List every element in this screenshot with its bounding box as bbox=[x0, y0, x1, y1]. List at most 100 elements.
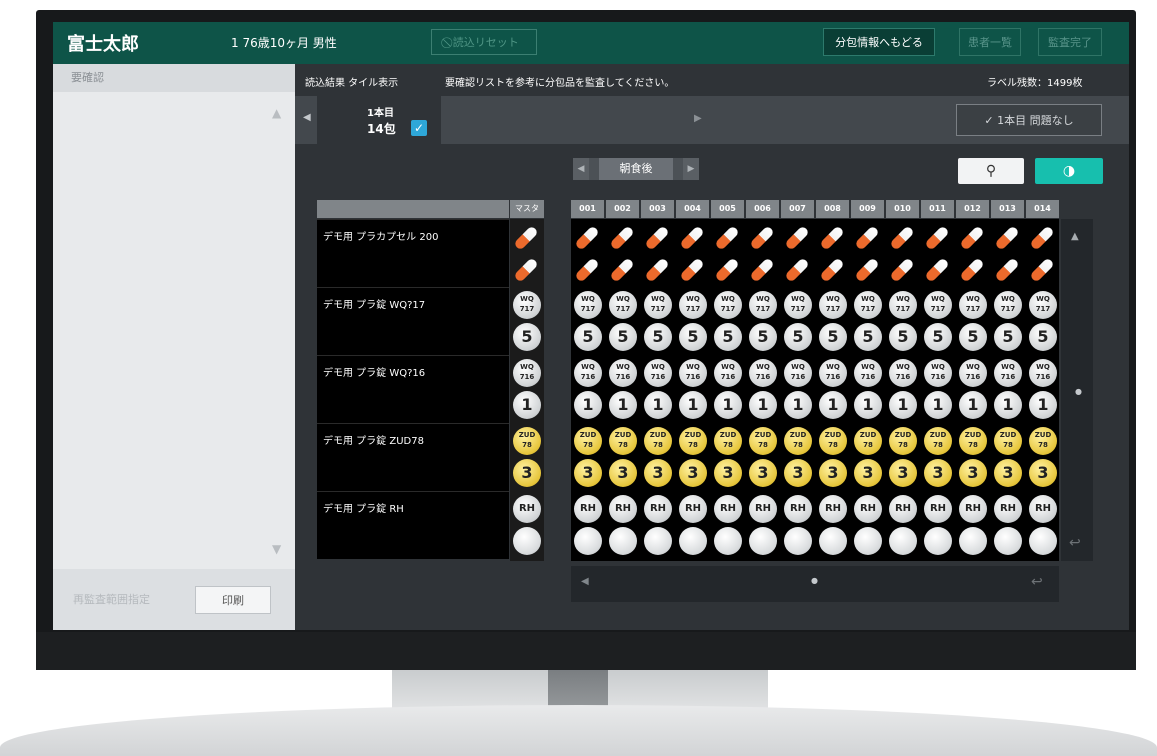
label-remaining: ラベル残数：1499枚 bbox=[987, 78, 1083, 89]
drug-row[interactable]: デモ用 プラカプセル 200 bbox=[317, 219, 509, 287]
imprint-code-top: WQ bbox=[581, 363, 595, 371]
re-audit-range-button[interactable]: 再監査範囲指定 bbox=[73, 591, 150, 607]
capsule-image bbox=[714, 257, 740, 283]
pack-column-header[interactable]: 010 bbox=[886, 200, 919, 218]
capsule-image bbox=[1029, 225, 1055, 251]
scroll-left-icon[interactable]: ◀ bbox=[581, 576, 589, 587]
timing-prev-icon[interactable]: ◀ bbox=[573, 158, 589, 180]
tablet-imprint-image: WQ 717 bbox=[644, 291, 672, 319]
pack-column-header[interactable]: 011 bbox=[921, 200, 954, 218]
pack-column-header[interactable]: 014 bbox=[1026, 200, 1059, 218]
pack-column-header[interactable]: 004 bbox=[676, 200, 709, 218]
confirmation-title: 要確認 bbox=[53, 64, 295, 92]
scroll-up-icon[interactable]: ▲ bbox=[272, 106, 281, 120]
checkbox-icon[interactable]: ✓ bbox=[411, 120, 427, 136]
imprint-code-bottom: 716 bbox=[895, 373, 911, 381]
tablet-imprint-image: WQ 717 bbox=[679, 291, 707, 319]
pack-header-row: 001 002 003 004 005 006 007 008 009 010 011 012 013 0… bbox=[571, 200, 1059, 218]
vertical-scrollbar[interactable]: ▲ ● ↩ bbox=[1061, 219, 1093, 561]
tablet-image bbox=[994, 527, 1022, 555]
tablet-imprint-image: ZUD 78 bbox=[644, 427, 672, 455]
pack-column-header[interactable]: 003 bbox=[641, 200, 674, 218]
imprint-code-bottom: 716 bbox=[1035, 373, 1051, 381]
back-to-packing-info-button[interactable]: 分包情報へもどる bbox=[823, 28, 935, 56]
tablet-image bbox=[784, 527, 812, 555]
pack-column-header[interactable]: 001 bbox=[571, 200, 604, 218]
pack-column-header[interactable]: 012 bbox=[956, 200, 989, 218]
tablet-number-image: 1 bbox=[1029, 391, 1057, 419]
tablet-imprint-image: ZUD 78 bbox=[1029, 427, 1057, 455]
tablet-imprint-image: WQ 716 bbox=[714, 359, 742, 387]
return-icon[interactable]: ↩ bbox=[1069, 535, 1081, 551]
pack-column-header[interactable]: 009 bbox=[851, 200, 884, 218]
timing-next-icon[interactable]: ▶ bbox=[683, 158, 699, 180]
tablet-imprint-image: WQ 716 bbox=[784, 359, 812, 387]
drug-row[interactable]: デモ用 プラ錠 ZUD78 bbox=[317, 423, 509, 491]
tablet-imprint-image: ZUD 78 bbox=[574, 427, 602, 455]
imprint-code-bottom: 78 bbox=[688, 441, 698, 449]
tablet-imprint-image: WQ 717 bbox=[574, 291, 602, 319]
tab-next-icon[interactable]: ▶ bbox=[694, 113, 702, 124]
reset-read-button[interactable]: ⃠ 読込リセット bbox=[431, 29, 537, 55]
print-button[interactable]: 印刷 bbox=[195, 586, 271, 614]
confirmation-panel: 要確認 ▲ ▼ 再監査範囲指定 印刷 bbox=[53, 64, 295, 630]
drug-row[interactable]: デモ用 プラ錠 WQ?16 bbox=[317, 355, 509, 423]
contrast-button[interactable]: ◑ bbox=[1035, 158, 1103, 184]
tablet-imprint-image: WQ 716 bbox=[679, 359, 707, 387]
tab-pack-count: 14包 bbox=[367, 122, 396, 136]
tablet-number-image: 1 bbox=[644, 391, 672, 419]
tablet-image bbox=[889, 527, 917, 555]
imprint-code-bottom: 78 bbox=[968, 441, 978, 449]
audit-complete-button[interactable]: 監査完了 bbox=[1038, 28, 1102, 56]
tablet-imprint-image: WQ 716 bbox=[609, 359, 637, 387]
tablet-imprint-image: WQ 717 bbox=[714, 291, 742, 319]
tab-roll-1[interactable]: 1本目 14包 ✓ bbox=[317, 96, 441, 144]
tablet-imprint-image: WQ 716 bbox=[513, 359, 541, 387]
tablet-imprint-image: WQ 717 bbox=[1029, 291, 1057, 319]
imprint-code-top: WQ bbox=[826, 295, 840, 303]
capsule-image bbox=[714, 225, 740, 251]
imprint-code-bottom: 717 bbox=[1000, 305, 1016, 313]
patient-list-button[interactable]: 患者一覧 bbox=[959, 28, 1021, 56]
pack-column-header[interactable]: 005 bbox=[711, 200, 744, 218]
tablet-imprint-image: WQ 716 bbox=[959, 359, 987, 387]
tablet-imprint-image: WQ 717 bbox=[854, 291, 882, 319]
pack-column-header[interactable]: 008 bbox=[816, 200, 849, 218]
imprint-code-top: ZUD bbox=[859, 431, 877, 439]
tablet-image bbox=[924, 527, 952, 555]
scroll-down-icon[interactable]: ▼ bbox=[272, 542, 281, 556]
imprint-code-top: ZUD bbox=[684, 431, 702, 439]
return-icon[interactable]: ↩ bbox=[1031, 574, 1043, 590]
imprint-code-bottom: 717 bbox=[685, 305, 701, 313]
tablet-image: RH bbox=[784, 495, 812, 523]
capsule-image bbox=[819, 225, 845, 251]
pack-column-header[interactable]: 002 bbox=[606, 200, 639, 218]
capsule-image bbox=[819, 257, 845, 283]
tablet-imprint-image: WQ 716 bbox=[994, 359, 1022, 387]
tablet-imprint-image: WQ 717 bbox=[994, 291, 1022, 319]
pack-column-header[interactable]: 006 bbox=[746, 200, 779, 218]
pill-view-button[interactable]: ⚲ bbox=[958, 158, 1024, 184]
imprint-code-top: ZUD bbox=[719, 431, 737, 439]
horizontal-scrollbar[interactable]: ◀ ● ↩ bbox=[571, 566, 1059, 602]
imprint-code-top: WQ bbox=[861, 363, 875, 371]
capsule-image bbox=[644, 257, 670, 283]
tablet-number-image: 3 bbox=[819, 459, 847, 487]
roll-ok-button[interactable]: ✓ 1本目 問題なし bbox=[956, 104, 1102, 136]
drug-row[interactable]: デモ用 プラ錠 WQ?17 bbox=[317, 287, 509, 355]
tablet-image: RH bbox=[679, 495, 707, 523]
imprint-code-bottom: 717 bbox=[615, 305, 631, 313]
capsule-image bbox=[644, 225, 670, 251]
drug-row[interactable]: デモ用 プラ錠 RH bbox=[317, 491, 509, 559]
imprint-code-bottom: 716 bbox=[615, 373, 631, 381]
scroll-up-icon[interactable]: ▲ bbox=[1071, 231, 1079, 242]
tab-prev-icon[interactable]: ◀ bbox=[303, 112, 311, 123]
drug-name-header bbox=[317, 200, 509, 218]
imprint-code-bottom: 716 bbox=[755, 373, 771, 381]
tablet-number-image: 5 bbox=[644, 323, 672, 351]
tablet-number-image: 5 bbox=[574, 323, 602, 351]
pill-icon: ⚲ bbox=[985, 163, 997, 179]
pack-column-header[interactable]: 013 bbox=[991, 200, 1024, 218]
app-screen: 富士太郎 1 76歳10ヶ月 男性 ⃠ 読込リセット 分包情報へもどる 患者一覧… bbox=[53, 22, 1129, 630]
pack-column-header[interactable]: 007 bbox=[781, 200, 814, 218]
